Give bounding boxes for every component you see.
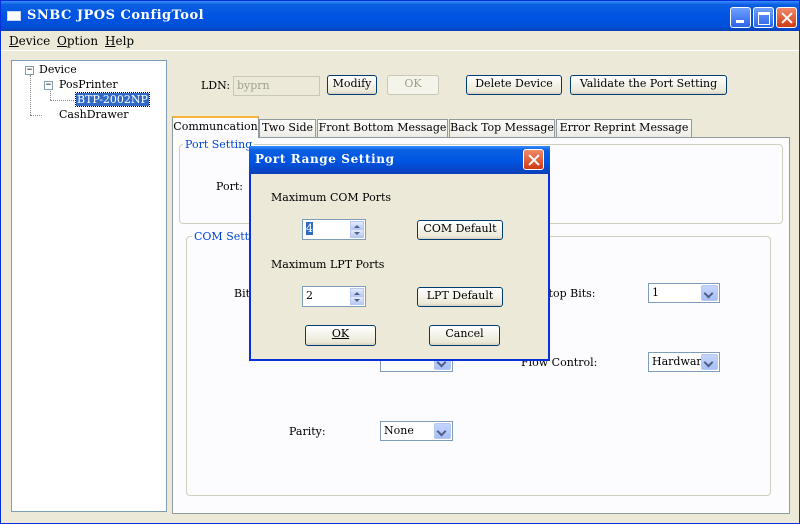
tree-connector	[30, 115, 42, 116]
tree-item-posprinter[interactable]: PosPrinter	[59, 78, 118, 91]
tab-error-reprint-message[interactable]: Error Reprint Message	[556, 119, 692, 137]
dialog-close-button[interactable]	[523, 149, 544, 170]
chevron-down-icon[interactable]	[701, 354, 718, 370]
dialog-ok-button[interactable]: OK	[305, 325, 376, 346]
tree-connector	[50, 100, 74, 101]
spinner-buttons	[350, 221, 364, 238]
port-label: Port:	[216, 180, 243, 193]
max-lpt-spinner[interactable]: 2	[302, 286, 366, 307]
tab-communcation[interactable]: Communcation	[172, 116, 259, 138]
flow-control-select[interactable]: Hardware	[648, 352, 720, 372]
max-lpt-label: Maximum LPT Ports	[271, 258, 385, 271]
spin-down-icon[interactable]	[350, 296, 364, 305]
validate-port-setting-button[interactable]: Validate the Port Setting	[570, 75, 727, 95]
title-bar[interactable]: SNBC JPOS ConfigTool	[1, 1, 799, 31]
close-button[interactable]	[776, 7, 797, 28]
chevron-down-icon[interactable]	[434, 423, 451, 439]
minimize-button[interactable]	[730, 7, 751, 28]
menu-bar: Device Option Help	[1, 31, 799, 51]
ok-button[interactable]: OK	[387, 75, 439, 95]
tree-item-cashdrawer[interactable]: CashDrawer	[59, 108, 129, 121]
tree-item-printer-model[interactable]: BTP-2002NP	[75, 92, 150, 107]
flow-control-value: Hardware	[652, 355, 709, 368]
tree-connector	[50, 91, 51, 100]
tab-front-bottom-message[interactable]: Front Bottom Message	[317, 119, 448, 137]
parity-label: Parity:	[289, 425, 326, 438]
port-setting-title: Port Setting	[183, 138, 255, 151]
parity-value: None	[384, 424, 414, 437]
dialog-title-bar[interactable]: Port Range Setting	[249, 146, 550, 174]
delete-device-button[interactable]: Delete Device	[466, 75, 562, 95]
app-icon	[7, 11, 21, 21]
tab-two-side[interactable]: Two Side	[259, 119, 316, 137]
spinner-buttons	[350, 288, 364, 305]
max-com-spinner[interactable]: 4	[302, 219, 366, 240]
max-com-label: Maximum COM Ports	[271, 191, 392, 204]
modify-button[interactable]: Modify	[327, 75, 377, 95]
tree-item-device[interactable]: Device	[39, 63, 77, 76]
stop-bits-select[interactable]: 1	[648, 283, 720, 303]
menu-help[interactable]: Help	[105, 34, 134, 48]
parity-select[interactable]: None	[380, 421, 453, 441]
tab-back-top-message[interactable]: Back Top Message	[449, 119, 555, 137]
stop-bits-value: 1	[652, 286, 659, 299]
maximize-button[interactable]	[753, 7, 774, 28]
com-default-button[interactable]: COM Default	[417, 220, 503, 240]
max-com-value: 4	[306, 222, 313, 235]
menu-option[interactable]: Option	[57, 34, 98, 48]
collapse-icon[interactable]: −	[25, 66, 34, 75]
ldn-label: LDN:	[201, 79, 231, 92]
port-range-dialog: Port Range Setting Maximum COM Ports 4 C…	[249, 146, 550, 361]
dialog-cancel-button[interactable]: Cancel	[429, 325, 500, 346]
max-lpt-value: 2	[306, 289, 313, 302]
collapse-icon[interactable]: −	[44, 81, 53, 90]
window-title: SNBC JPOS ConfigTool	[27, 8, 205, 23]
device-tree[interactable]: − Device − PosPrinter BTP-2002NP CashDra…	[11, 60, 167, 512]
dialog-title: Port Range Setting	[255, 152, 395, 166]
ldn-input[interactable]: byprn	[233, 76, 320, 96]
chevron-down-icon[interactable]	[701, 285, 718, 301]
spin-down-icon[interactable]	[350, 229, 364, 238]
menu-device[interactable]: Device	[9, 34, 50, 48]
lpt-default-button[interactable]: LPT Default	[417, 287, 503, 307]
tree-connector	[30, 75, 31, 115]
